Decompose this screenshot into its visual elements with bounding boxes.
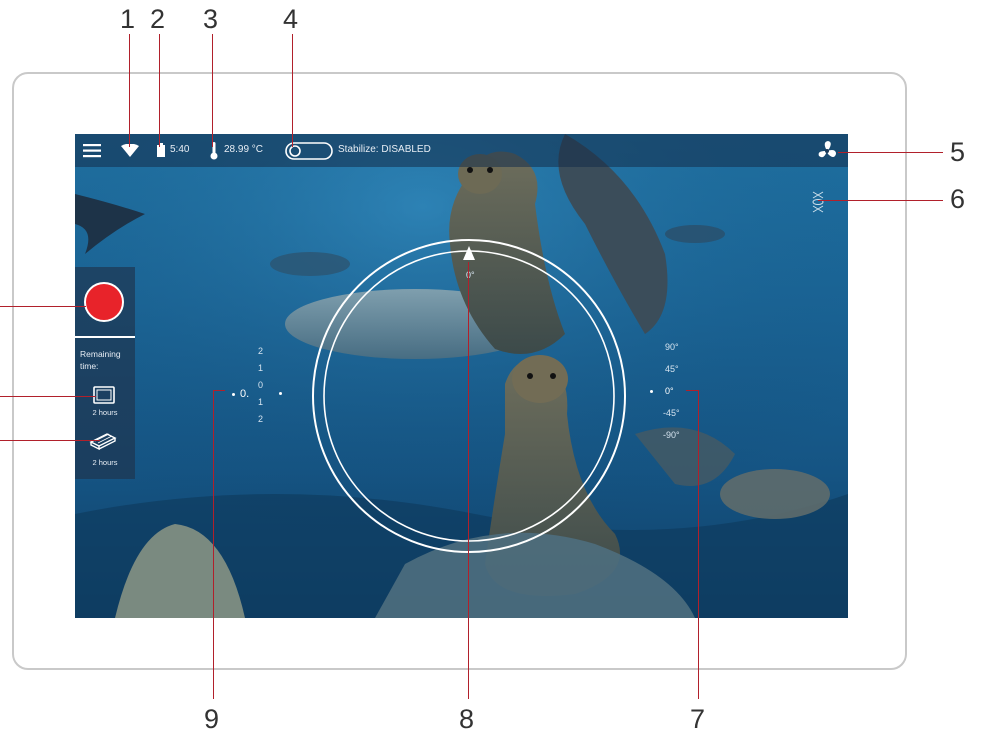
- leader-line-3: [212, 34, 213, 147]
- callout-8: 8: [459, 704, 475, 734]
- depth-tick: 0: [258, 380, 264, 390]
- depth-tick: 2: [258, 346, 264, 356]
- callout-5: 5: [950, 137, 966, 167]
- leader-line-9v: [213, 390, 214, 699]
- callout-7: 7: [690, 704, 706, 734]
- depth-tick: 1: [258, 363, 264, 373]
- leader-line-9: [213, 390, 225, 391]
- pitch-tick: -90°: [663, 430, 680, 440]
- callout-2: 2: [150, 4, 166, 34]
- leader-line-1: [129, 34, 130, 147]
- leader-line-5: [838, 152, 943, 153]
- pitch-tick: 45°: [665, 364, 679, 374]
- compass-arrow-icon: [463, 246, 475, 260]
- pitch-tick: 90°: [665, 342, 679, 352]
- leader-line-6: [818, 200, 943, 201]
- callout-6: 6: [950, 184, 966, 214]
- leader-line-record: [0, 306, 86, 307]
- leader-line-4: [292, 34, 293, 147]
- callout-9: 9: [204, 704, 220, 734]
- depth-tick: 1: [258, 397, 264, 407]
- depth-marker-left: [232, 393, 235, 396]
- callout-3: 3: [203, 4, 219, 34]
- callout-1: 1: [120, 4, 136, 34]
- camera-screen: 5:40 28.99 °C Stabilize: DISABLED Remain…: [75, 134, 848, 618]
- pitch-tick: -45°: [663, 408, 680, 418]
- depth-value: 0.: [240, 388, 250, 400]
- pitch-marker: [650, 390, 653, 393]
- leader-line-7v: [698, 390, 699, 699]
- leader-line-7: [686, 390, 698, 391]
- compass-rings: [312, 239, 626, 553]
- leader-line-8: [468, 262, 469, 699]
- leader-line-storage: [0, 440, 100, 441]
- depth-marker-right: [279, 392, 282, 395]
- pitch-tick: 0°: [665, 386, 674, 396]
- callout-4: 4: [283, 4, 299, 34]
- leader-line-2: [159, 34, 160, 147]
- depth-tick: 2: [258, 414, 264, 424]
- leader-line-screen: [0, 396, 96, 397]
